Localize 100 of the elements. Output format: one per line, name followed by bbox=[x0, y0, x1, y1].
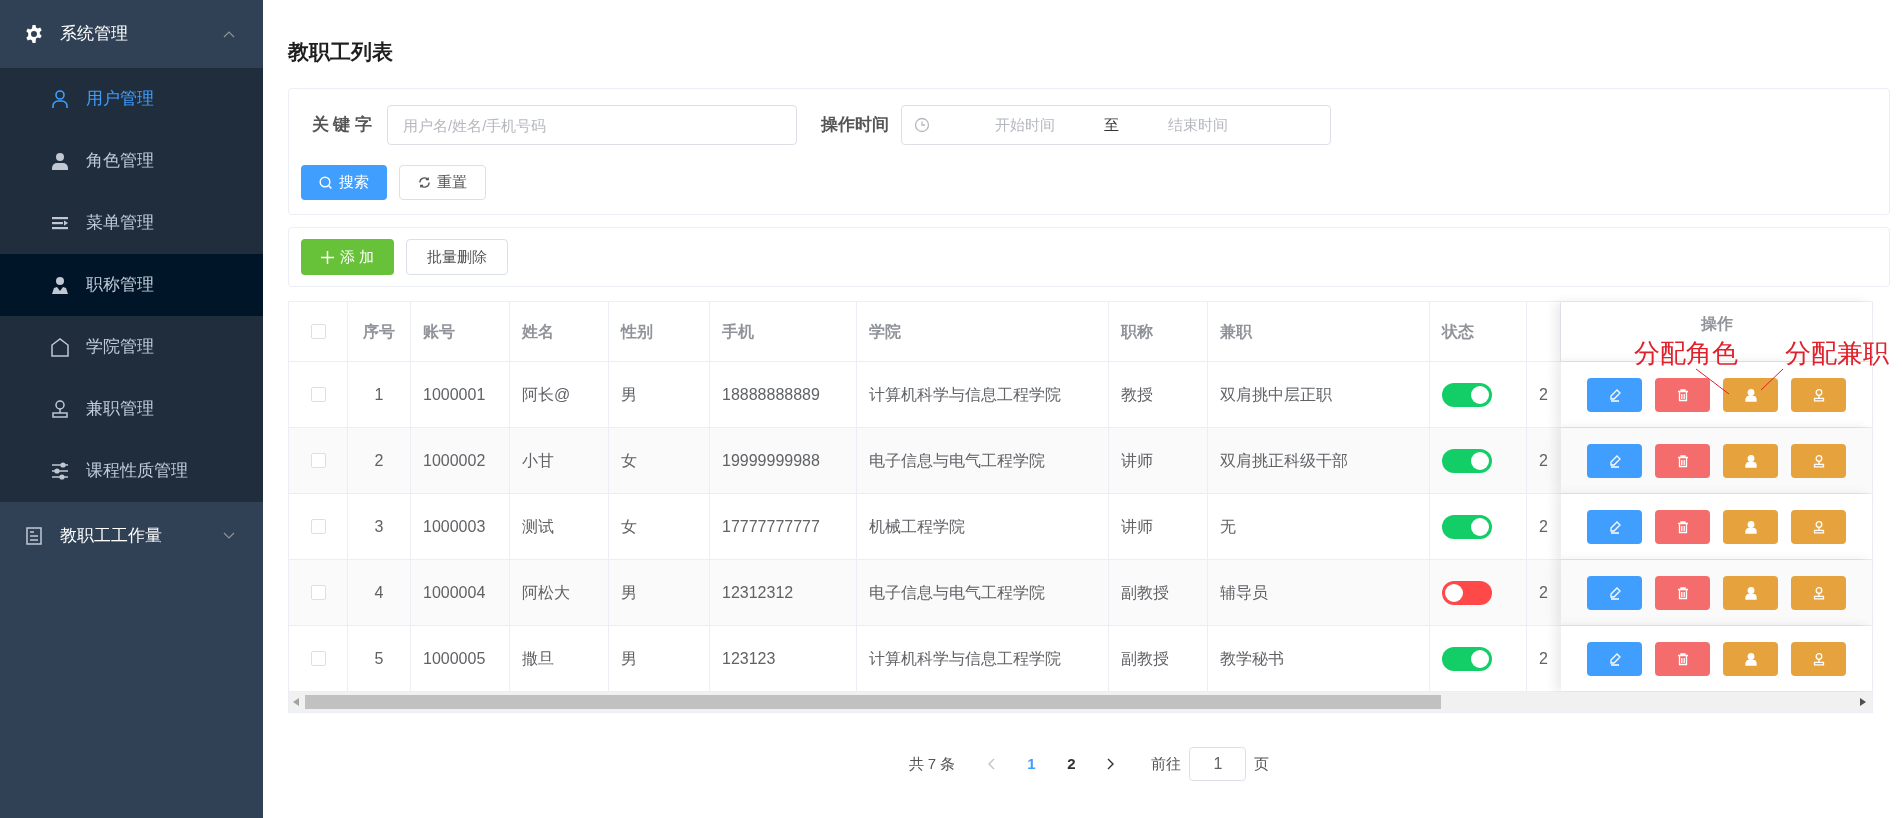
menu-item[interactable]: 菜单管理 bbox=[0, 192, 263, 254]
reset-button[interactable]: 重置 bbox=[399, 165, 486, 200]
assign-role-button[interactable] bbox=[1723, 641, 1778, 676]
table-cell-text: 撒旦 bbox=[522, 648, 554, 669]
table-cell-text: 测试 bbox=[522, 516, 554, 537]
date-range-field[interactable]: 开始时间 至 结束时间 bbox=[901, 105, 1331, 145]
toggle-switch[interactable] bbox=[1442, 580, 1492, 605]
assign-role-button[interactable] bbox=[1723, 575, 1778, 610]
menu-item[interactable]: 用户管理 bbox=[0, 68, 263, 130]
table-cell-text: 12312312 bbox=[722, 582, 794, 603]
trash-icon bbox=[1675, 651, 1690, 666]
table-cell-text: 2 bbox=[1539, 450, 1548, 471]
leader-line bbox=[1760, 368, 1784, 391]
horizontal-scrollbar[interactable] bbox=[289, 692, 1872, 712]
trash-icon bbox=[1675, 585, 1690, 600]
refresh-icon bbox=[418, 176, 431, 189]
edit-button[interactable] bbox=[1587, 509, 1642, 544]
keyword-field[interactable]: 用户名/姓名/手机号码 bbox=[387, 105, 797, 145]
delete-button[interactable] bbox=[1655, 509, 1710, 544]
table-cell-text: 机械工程学院 bbox=[869, 516, 965, 537]
page-input[interactable]: 1 bbox=[1189, 747, 1247, 781]
edit-button[interactable] bbox=[1587, 575, 1642, 610]
table-cell-text: 无 bbox=[1220, 516, 1236, 537]
range-separator: 至 bbox=[1104, 114, 1119, 135]
table-cell-text: 5 bbox=[374, 648, 384, 669]
user-icon bbox=[50, 275, 70, 295]
table-cell-text: 123123 bbox=[722, 648, 776, 669]
page-button[interactable]: 2 bbox=[1053, 749, 1090, 779]
page-suffix: 页 bbox=[1254, 753, 1270, 774]
table-cell-text: 计算机科学与信息工程学院 bbox=[869, 648, 1061, 669]
table-cell-text: 副教授 bbox=[1121, 582, 1169, 603]
start-date-field[interactable]: 开始时间 bbox=[950, 113, 1100, 137]
delete-button[interactable] bbox=[1655, 575, 1710, 610]
edit-button[interactable] bbox=[1587, 641, 1642, 676]
scroll-right-icon[interactable] bbox=[1860, 698, 1866, 706]
menu-item[interactable]: 兼职管理 bbox=[0, 378, 263, 440]
edit-button[interactable] bbox=[1587, 377, 1642, 412]
assign-role-button[interactable] bbox=[1723, 509, 1778, 544]
end-date-field[interactable]: 结束时间 bbox=[1123, 113, 1273, 137]
pencil-icon bbox=[1607, 387, 1622, 402]
table-cell-text: 1000004 bbox=[423, 582, 486, 603]
checkbox[interactable] bbox=[310, 585, 326, 600]
table-cell-text: 阿松大 bbox=[522, 582, 570, 603]
table-cell-text: 男 bbox=[621, 648, 637, 669]
goto-label: 前往 bbox=[1151, 753, 1182, 774]
trash-icon bbox=[1675, 519, 1690, 534]
assign-parttime-button[interactable] bbox=[1791, 575, 1846, 610]
user-icon bbox=[1743, 519, 1758, 534]
assign-role-button[interactable] bbox=[1723, 443, 1778, 478]
column-header: 状态 bbox=[1442, 321, 1474, 342]
total-count: 共 7 条 bbox=[908, 753, 956, 774]
user-icon bbox=[1743, 387, 1758, 402]
column-header: 职称 bbox=[1121, 321, 1153, 342]
checkbox[interactable] bbox=[310, 519, 326, 534]
table-cell-text: 阿长@ bbox=[522, 384, 571, 405]
user-icon bbox=[1743, 453, 1758, 468]
table-cell-text: 3 bbox=[374, 516, 384, 537]
assign-parttime-button[interactable] bbox=[1791, 641, 1846, 676]
table-cell-text: 教授 bbox=[1121, 384, 1153, 405]
stamp-icon bbox=[50, 399, 70, 419]
checkbox[interactable] bbox=[310, 651, 326, 666]
clock-icon bbox=[914, 117, 930, 133]
delete-button[interactable] bbox=[1655, 443, 1710, 478]
scroll-left-icon[interactable] bbox=[293, 698, 299, 706]
checkbox[interactable] bbox=[310, 387, 326, 402]
checkbox[interactable] bbox=[310, 453, 326, 468]
table-cell-text: 双肩挑正科级干部 bbox=[1220, 450, 1348, 471]
keyword-label: 关 键 字 bbox=[310, 114, 374, 137]
edit-button[interactable] bbox=[1587, 443, 1642, 478]
menu-item[interactable]: 职称管理 bbox=[0, 254, 263, 316]
table-cell-text: 女 bbox=[621, 450, 637, 471]
assign-parttime-button[interactable] bbox=[1791, 377, 1846, 412]
annotation-text: 分配兼职 bbox=[1785, 338, 1889, 368]
delete-button[interactable] bbox=[1655, 641, 1710, 676]
delete-button[interactable] bbox=[1655, 377, 1710, 412]
assign-parttime-button[interactable] bbox=[1791, 443, 1846, 478]
stamp-icon bbox=[1811, 453, 1826, 468]
time-label: 操作时间 bbox=[821, 114, 889, 137]
column-header: 兼职 bbox=[1220, 321, 1252, 342]
menu-item[interactable]: 学院管理 bbox=[0, 316, 263, 378]
toggle-switch[interactable] bbox=[1442, 514, 1492, 539]
table-cell-text: 1 bbox=[374, 384, 384, 405]
menu-item[interactable]: 课程性质管理 bbox=[0, 440, 263, 502]
assign-role-button[interactable] bbox=[1723, 377, 1778, 412]
user-icon bbox=[1743, 651, 1758, 666]
stamp-icon bbox=[1811, 585, 1826, 600]
toggle-switch[interactable] bbox=[1442, 448, 1492, 473]
menu-item[interactable]: 角色管理 bbox=[0, 130, 263, 192]
pencil-icon bbox=[1607, 519, 1622, 534]
table-cell-text: 男 bbox=[621, 384, 637, 405]
gear-icon bbox=[24, 24, 44, 44]
batch-delete-button[interactable]: 批量删除 bbox=[406, 239, 509, 275]
chevron-down-icon bbox=[223, 532, 235, 540]
toggle-switch[interactable] bbox=[1442, 382, 1492, 407]
table-cell-text: 小甘 bbox=[522, 450, 554, 471]
pencil-icon bbox=[1607, 651, 1622, 666]
table-cell-text: 19999999988 bbox=[722, 450, 820, 471]
toggle-switch[interactable] bbox=[1442, 646, 1492, 671]
checkbox[interactable] bbox=[310, 324, 326, 339]
assign-parttime-button[interactable] bbox=[1791, 509, 1846, 544]
